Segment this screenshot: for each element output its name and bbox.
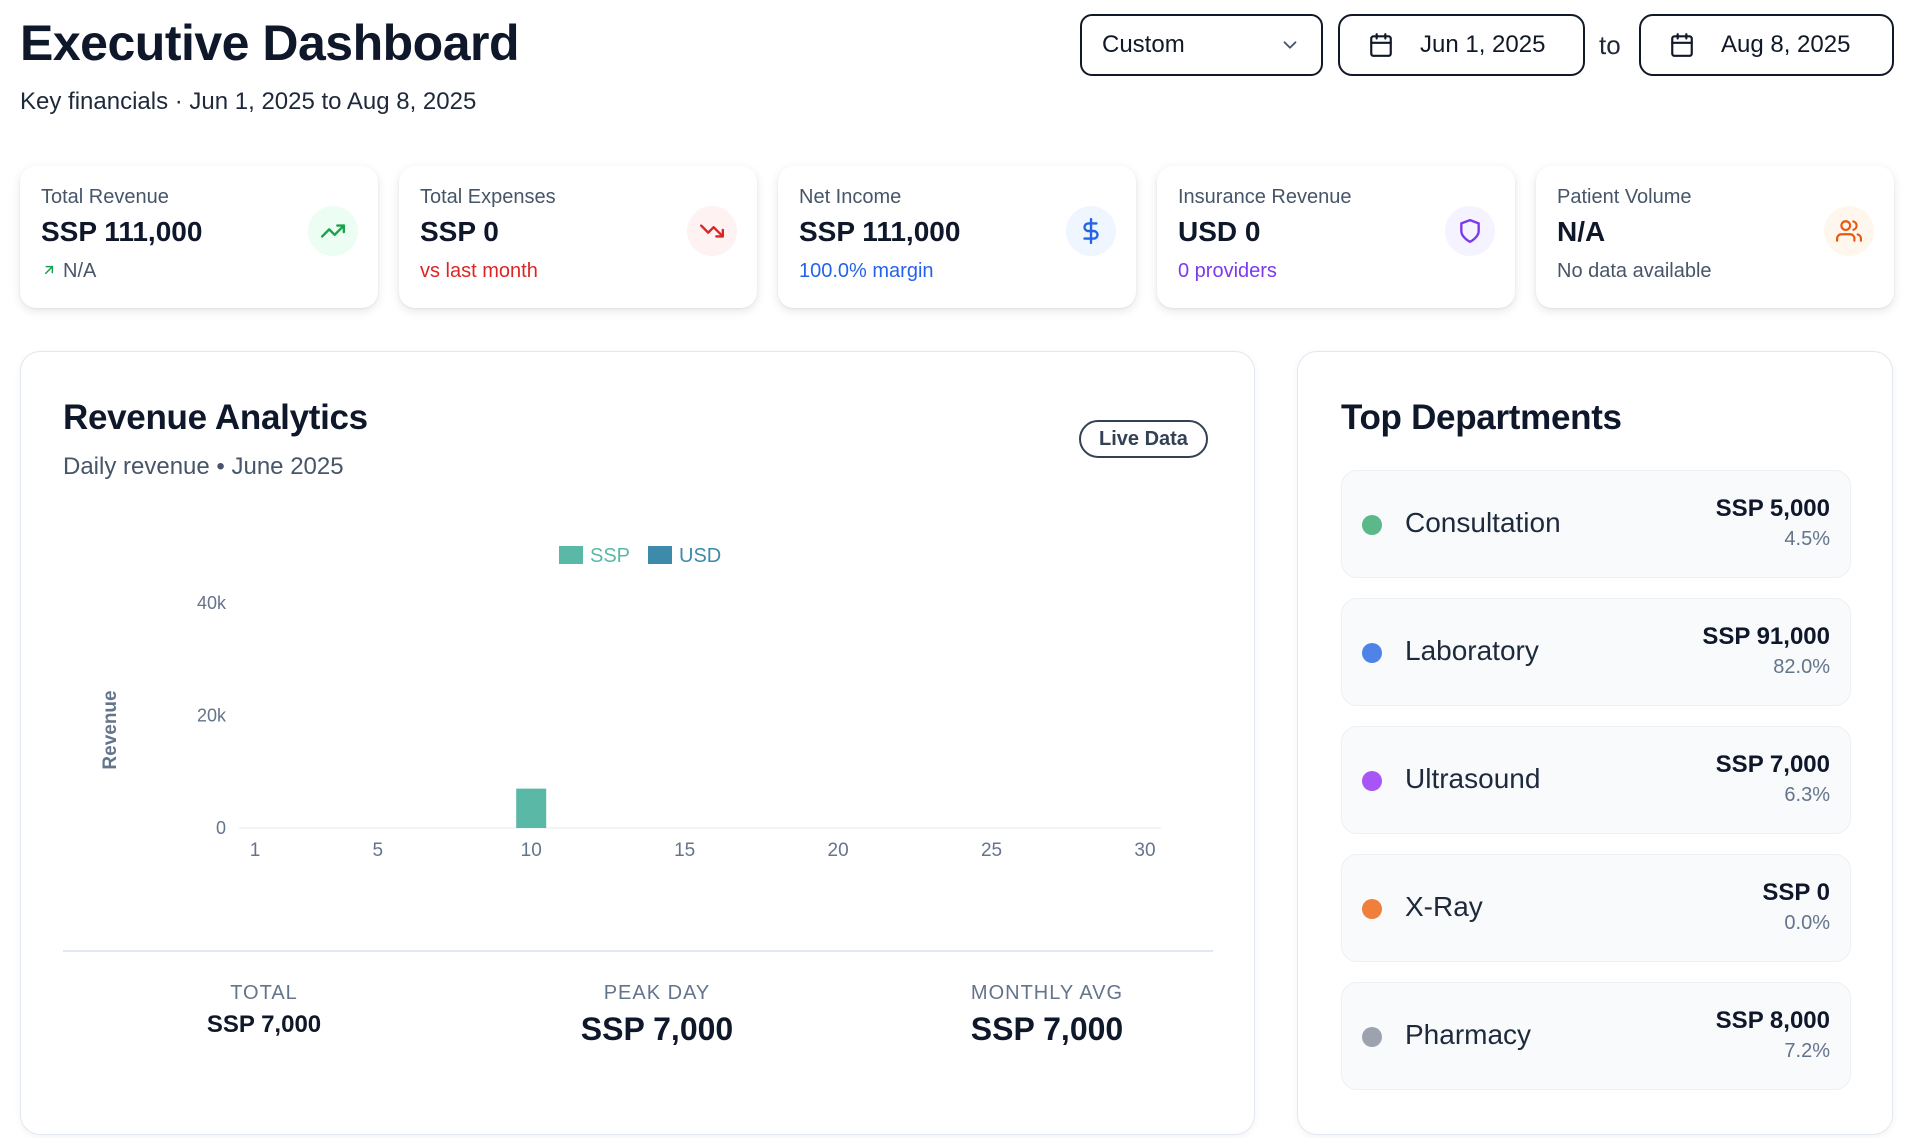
y-tick-label: 40k xyxy=(197,593,227,613)
y-tick-label: 20k xyxy=(197,706,227,726)
revenue-analytics-panel: Revenue Analytics Daily revenue • June 2… xyxy=(20,351,1255,1135)
department-amount: SSP 7,000 xyxy=(1715,751,1830,778)
department-amount: SSP 8,000 xyxy=(1715,1007,1830,1034)
kpi-value: SSP 0 xyxy=(420,216,499,247)
page-subtitle: Key financials · Jun 1, 2025 to Aug 8, 2… xyxy=(20,88,477,115)
department-name: Pharmacy xyxy=(1405,1019,1532,1050)
y-axis-label: Revenue xyxy=(100,690,121,769)
stats-divider xyxy=(63,950,1213,952)
kpi-card-patient-volume: Patient Volume N/A No data available xyxy=(1536,166,1894,308)
y-tick-label: 0 xyxy=(216,818,226,838)
department-item-laboratory[interactable]: Laboratory SSP 91,000 82.0% xyxy=(1341,598,1851,706)
kpi-subtext: vs last month xyxy=(420,260,538,282)
date-range-value: Custom xyxy=(1102,31,1185,58)
department-amount: SSP 0 xyxy=(1762,879,1830,906)
kpi-value: SSP 111,000 xyxy=(41,216,203,247)
kpi-label: Insurance Revenue xyxy=(1178,186,1352,208)
kpi-card-net-income: Net Income SSP 111,000 100.0% margin xyxy=(778,166,1136,308)
department-name: Laboratory xyxy=(1405,635,1539,666)
x-tick-label: 5 xyxy=(372,840,383,861)
department-item-consultation[interactable]: Consultation SSP 5,000 4.5% xyxy=(1341,470,1851,578)
date-range-separator: to xyxy=(1599,30,1621,60)
top-departments-panel: Top Departments Consultation SSP 5,000 4… xyxy=(1297,351,1893,1135)
department-name: X-Ray xyxy=(1405,891,1483,922)
stat-value: SSP 7,000 xyxy=(206,1011,322,1038)
department-amount: SSP 91,000 xyxy=(1702,623,1830,650)
status-dot xyxy=(1362,643,1382,663)
stat-label: PEAK DAY xyxy=(603,982,711,1004)
chevron-down-icon xyxy=(1283,41,1297,49)
calendar-icon xyxy=(1671,33,1693,57)
department-percent: 6.3% xyxy=(1784,784,1830,806)
department-name: Consultation xyxy=(1405,507,1561,538)
kpi-subtext: No data available xyxy=(1557,260,1712,282)
kpi-value: SSP 111,000 xyxy=(799,216,961,247)
department-item-x-ray[interactable]: X-Ray SSP 0 0.0% xyxy=(1341,854,1851,962)
department-item-pharmacy[interactable]: Pharmacy SSP 8,000 7.2% xyxy=(1341,982,1851,1090)
kpi-subtext: 100.0% margin xyxy=(799,260,934,282)
department-name: Ultrasound xyxy=(1405,763,1541,794)
department-percent: 7.2% xyxy=(1784,1040,1830,1062)
bar-ssp xyxy=(516,788,547,828)
kpi-label: Total Revenue xyxy=(41,186,169,208)
x-tick-label: 30 xyxy=(1134,840,1155,861)
department-item-ultrasound[interactable]: Ultrasound SSP 7,000 6.3% xyxy=(1341,726,1851,834)
legend-label: SSP xyxy=(590,545,630,567)
start-date-button[interactable]: Jun 1, 2025 xyxy=(1338,14,1585,76)
stat-value: SSP 7,000 xyxy=(970,1011,1124,1047)
stat-label: TOTAL xyxy=(230,982,298,1004)
dollar-icon xyxy=(1066,206,1116,256)
kpi-label: Total Expenses xyxy=(420,186,556,208)
stat-label: MONTHLY AVG xyxy=(970,982,1124,1004)
kpi-value: USD 0 xyxy=(1178,216,1261,247)
department-amount: SSP 5,000 xyxy=(1715,495,1830,522)
kpi-subtext: 0 providers xyxy=(1178,260,1277,282)
department-percent: 4.5% xyxy=(1784,528,1830,550)
revenue-chart: 020k40k1 5 10 15 20 25 30RevenueSSP USD xyxy=(100,545,1161,861)
legend-swatch xyxy=(648,546,672,564)
kpi-value: N/A xyxy=(1557,216,1606,247)
kpi-card-total-revenue: Total Revenue SSP 111,000 N/A xyxy=(20,166,378,308)
kpi-card-insurance-revenue: Insurance Revenue USD 0 0 providers xyxy=(1157,166,1515,308)
stat-value: SSP 7,000 xyxy=(580,1011,734,1047)
stat-monthly-avg: MONTHLY AVG SSP 7,000 xyxy=(897,982,1197,1048)
calendar-icon xyxy=(1370,33,1392,57)
x-tick-label: 15 xyxy=(674,840,695,861)
status-dot xyxy=(1362,1027,1382,1047)
trending-up-icon xyxy=(308,206,358,256)
x-tick-label: 10 xyxy=(521,840,542,861)
status-dot xyxy=(1362,771,1382,791)
x-tick-label: 25 xyxy=(981,840,1002,861)
legend-swatch xyxy=(559,546,583,564)
stat-peak-day: PEAK DAY SSP 7,000 xyxy=(507,982,807,1048)
status-dot xyxy=(1362,899,1382,919)
users-icon xyxy=(1824,206,1874,256)
kpi-subtext: N/A xyxy=(41,260,96,283)
kpi-card-total-expenses: Total Expenses SSP 0 vs last month xyxy=(399,166,757,308)
arrow-up-right-icon xyxy=(44,265,54,275)
department-percent: 0.0% xyxy=(1784,912,1830,934)
x-tick-label: 1 xyxy=(250,840,261,861)
kpi-label: Patient Volume xyxy=(1557,186,1692,208)
stat-total: TOTAL SSP 7,000 xyxy=(145,982,383,1039)
end-date-button[interactable]: Aug 8, 2025 xyxy=(1639,14,1894,76)
kpi-subtext-value: N/A xyxy=(63,260,97,282)
start-date-value: Jun 1, 2025 xyxy=(1420,31,1546,58)
legend-label: USD xyxy=(679,545,721,567)
top-departments-title: Top Departments xyxy=(1341,398,1622,437)
end-date-value: Aug 8, 2025 xyxy=(1721,31,1851,58)
department-percent: 82.0% xyxy=(1773,656,1830,678)
date-range-select[interactable]: Custom xyxy=(1080,14,1323,76)
x-tick-label: 20 xyxy=(828,840,849,861)
shield-icon xyxy=(1445,206,1495,256)
page-title: Executive Dashboard xyxy=(20,15,520,71)
kpi-label: Net Income xyxy=(799,186,902,208)
status-dot xyxy=(1362,515,1382,535)
trending-down-icon xyxy=(687,206,737,256)
